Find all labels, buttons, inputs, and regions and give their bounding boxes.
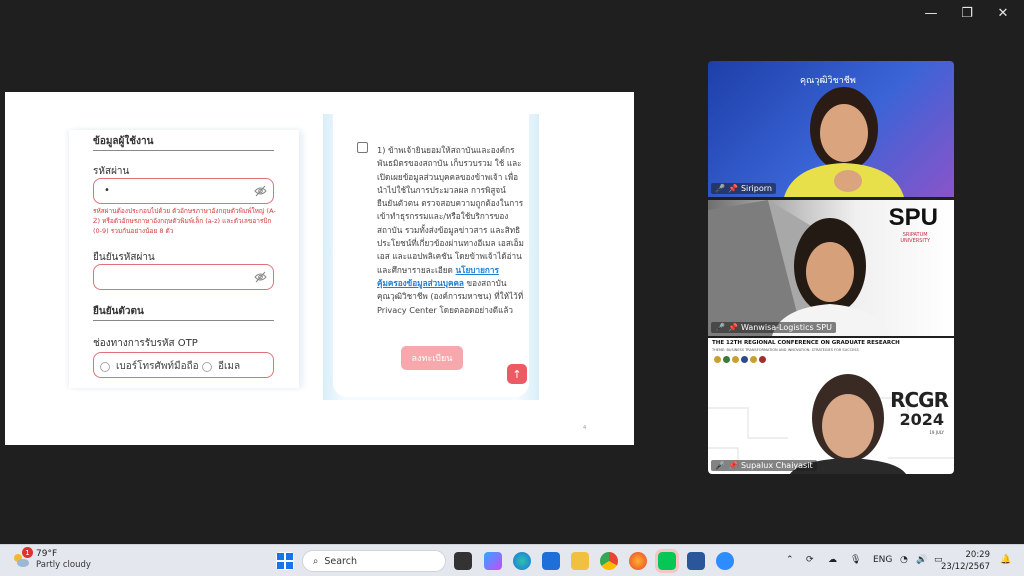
search-icon: ⌕ xyxy=(313,555,319,567)
consent-text: 1) ข้าพเจ้ายินยอมให้สถาบันและองค์กรพันธม… xyxy=(377,144,525,317)
password-field[interactable]: • xyxy=(93,178,274,204)
divider xyxy=(93,150,274,151)
sync-icon[interactable]: ⟳ xyxy=(806,555,814,565)
weather-temp: 79°F xyxy=(36,549,58,559)
microphone-icon[interactable]: 🎙 xyxy=(850,555,861,565)
confirm-password-field[interactable] xyxy=(93,264,274,290)
rcgr-date: 19 JULY xyxy=(929,430,944,435)
radio-icon[interactable] xyxy=(100,361,110,372)
window-controls: — ❐ ✕ xyxy=(924,6,1010,21)
otp-option-email[interactable]: อีเมล xyxy=(202,359,240,374)
section-title-user: ข้อมูลผู้ใช้งาน xyxy=(93,136,154,147)
participant-tile[interactable]: คุณวุฒิวิชาชีพ 🎤 📌 Siriporn xyxy=(708,61,954,197)
participant-video xyxy=(790,374,906,474)
file-explorer-icon[interactable] xyxy=(571,552,589,570)
chrome-icon[interactable] xyxy=(600,552,618,570)
start-icon[interactable] xyxy=(276,552,294,570)
section-title-verify: ยืนยันตัวตน xyxy=(93,306,144,317)
consent-text-main: 1) ข้าพเจ้ายินยอมให้สถาบันและองค์กรพันธม… xyxy=(377,145,524,275)
edge-icon[interactable] xyxy=(513,552,531,570)
radio-icon[interactable] xyxy=(202,361,212,372)
registration-form: ข้อมูลผู้ใช้งาน รหัสผ่าน • รหัสผ่านต้องป… xyxy=(69,130,299,388)
page-mark: 4 xyxy=(583,425,587,431)
confirm-password-label: ยืนยันรหัสผ่าน xyxy=(93,252,155,263)
mic-off-icon: 🎤 xyxy=(715,184,725,193)
firefox-icon[interactable] xyxy=(629,552,647,570)
scroll-up-button[interactable]: ↑ xyxy=(507,364,527,384)
participant-name: Wanwisa-Logistics SPU xyxy=(740,323,832,332)
clock-time: 20:29 xyxy=(965,550,991,560)
line-icon[interactable] xyxy=(655,549,679,573)
eye-off-icon[interactable] xyxy=(254,185,267,197)
task-view-icon[interactable] xyxy=(454,552,472,570)
taskbar-search[interactable]: ⌕ Search xyxy=(302,550,446,572)
password-value: • xyxy=(104,185,110,196)
zoom-icon[interactable] xyxy=(716,552,734,570)
mic-off-icon: 🎤 xyxy=(715,461,725,470)
otp-label: ช่องทางการรับรหัส OTP xyxy=(93,338,198,349)
logo-text: SPU xyxy=(888,204,938,231)
volume-icon[interactable]: 🔊 xyxy=(916,555,927,565)
divider xyxy=(93,320,274,321)
restore-icon[interactable]: ❐ xyxy=(960,6,974,21)
participant-video xyxy=(772,218,888,336)
password-hint: รหัสผ่านต้องประกอบไปด้วย ตัวอักษรภาษาอัง… xyxy=(93,207,276,235)
clock-date: 23/12/2567 xyxy=(941,562,990,572)
pin-icon: 📌 xyxy=(727,461,738,470)
mic-off-icon: 🎤 xyxy=(715,323,725,332)
conference-banner: THE 12TH REGIONAL CONFERENCE ON GRADUATE… xyxy=(712,340,900,346)
register-button[interactable]: ลงทะเบียน xyxy=(401,346,463,370)
close-icon[interactable]: ✕ xyxy=(996,6,1010,21)
notification-badge: 1 xyxy=(22,547,33,558)
weather-condition: Partly cloudy xyxy=(36,560,91,570)
wifi-icon[interactable]: ◔ xyxy=(900,555,908,565)
otp-channel-group: เบอร์โทรศัพท์มือถือ อีเมล xyxy=(93,352,274,378)
weather-widget[interactable]: 1 79°F Partly cloudy xyxy=(12,547,91,570)
otp-option-label: อีเมล xyxy=(218,361,241,372)
conference-theme: THEME: BUSINESS TRANSFORMATION AND INNOV… xyxy=(712,348,859,352)
cloud-icon[interactable]: ☁ xyxy=(828,555,837,565)
otp-option-label: เบอร์โทรศัพท์มือถือ xyxy=(116,361,199,372)
participant-name-tag: 🎤 📌 Supalux Chaiyasit xyxy=(711,460,817,471)
consent-checkbox[interactable] xyxy=(357,142,368,153)
participant-name-tag: 🎤 📌 Wanwisa-Logistics SPU xyxy=(711,322,836,333)
logo-subtitle: SRIPATUM UNIVERSITY xyxy=(900,232,930,244)
participant-name: Siriporn xyxy=(740,184,772,193)
language-indicator[interactable]: ENG xyxy=(873,555,892,565)
participant-tile[interactable]: THE 12TH REGIONAL CONFERENCE ON GRADUATE… xyxy=(708,338,954,474)
clock[interactable]: 20:29 23/12/2567 xyxy=(941,549,990,573)
notification-bell-icon[interactable]: 🔔 xyxy=(1000,555,1011,565)
copilot-icon[interactable] xyxy=(484,552,502,570)
password-label: รหัสผ่าน xyxy=(93,166,130,177)
arrow-up-icon: ↑ xyxy=(512,367,522,381)
search-placeholder: Search xyxy=(324,555,357,567)
pin-icon: 📌 xyxy=(727,184,738,193)
minimize-icon[interactable]: — xyxy=(924,6,938,21)
store-icon[interactable] xyxy=(542,552,560,570)
participant-name-tag: 🎤 📌 Siriporn xyxy=(711,183,776,194)
shared-screen: ข้อมูลผู้ใช้งาน รหัสผ่าน • รหัสผ่านต้องป… xyxy=(5,92,634,445)
taskbar: 1 79°F Partly cloudy ⌕ Search ⌃ ⟳ ☁ 🎙 EN… xyxy=(0,544,1024,576)
otp-option-phone[interactable]: เบอร์โทรศัพท์มือถือ xyxy=(100,359,199,374)
chevron-up-icon[interactable]: ⌃ xyxy=(786,555,794,565)
eye-off-icon[interactable] xyxy=(254,271,267,283)
pin-icon: 📌 xyxy=(727,323,738,332)
participant-tile[interactable]: SPU SRIPATUM UNIVERSITY 🎤 📌 Wanwisa-Logi… xyxy=(708,200,954,336)
participant-video xyxy=(784,87,904,197)
word-icon[interactable] xyxy=(687,552,705,570)
participant-name: Supalux Chaiyasit xyxy=(740,461,813,470)
partner-logos xyxy=(714,356,766,363)
